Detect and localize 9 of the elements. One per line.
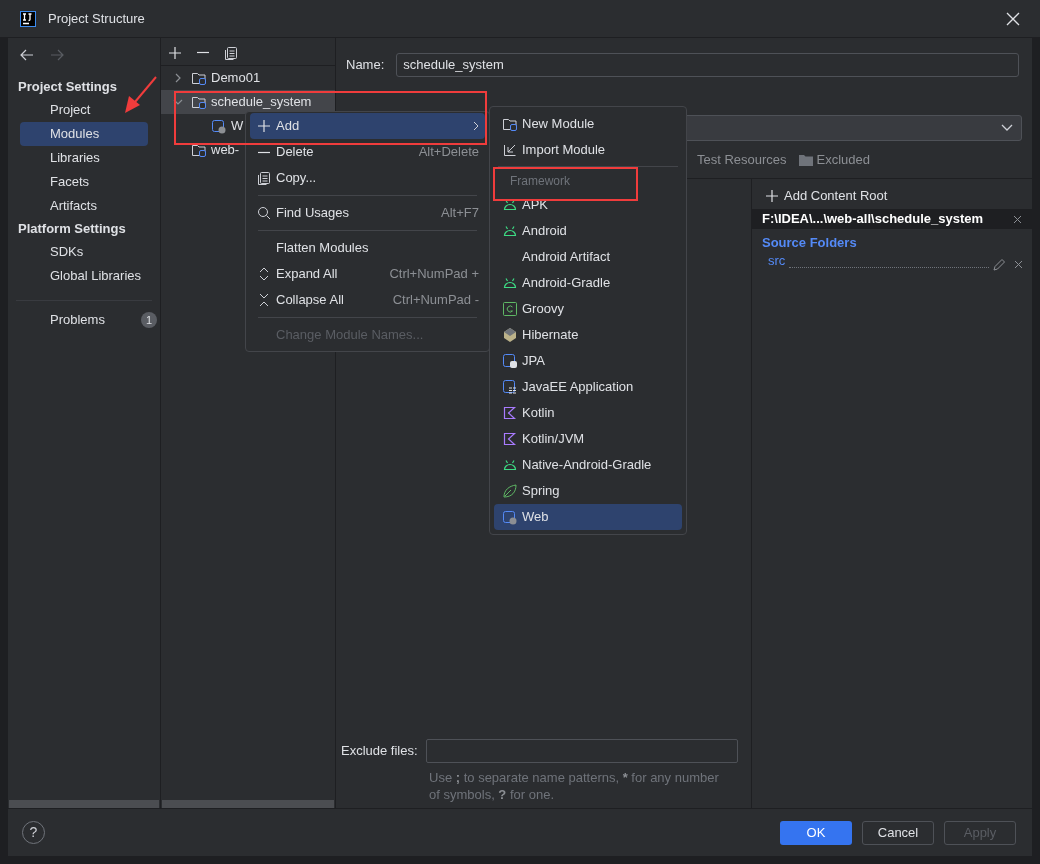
source-folders-title: Source Folders bbox=[761, 234, 858, 252]
menu-section-header: Framework bbox=[510, 173, 570, 190]
hint-text: Use ; to separate name patterns, * for any number of symbols, ? for one. bbox=[429, 769, 719, 803]
name-label: Name: bbox=[346, 56, 385, 75]
window-title: Project Structure bbox=[48, 9, 145, 28]
section-header: Project Settings bbox=[18, 78, 117, 96]
section-header: Platform Settings bbox=[18, 220, 126, 238]
count-badge: 1 bbox=[141, 312, 157, 328]
exclude-files-label: Exclude files: bbox=[341, 742, 418, 761]
